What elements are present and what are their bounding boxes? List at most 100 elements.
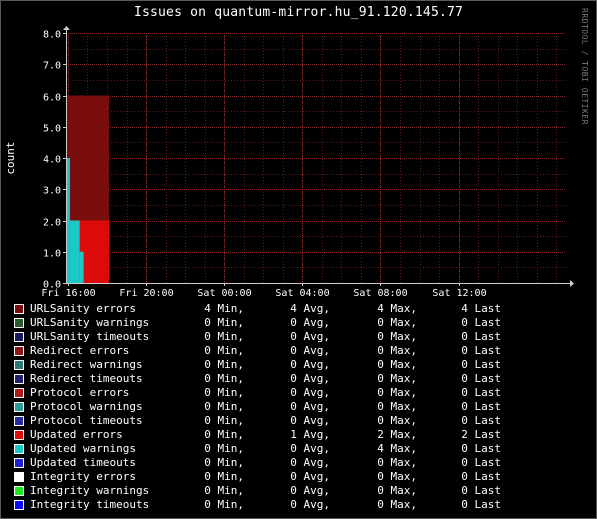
legend-min-value: 0 Min, bbox=[204, 316, 244, 329]
legend-swatch bbox=[14, 360, 24, 370]
legend-min-value: 0 Min, bbox=[204, 344, 244, 357]
legend-last-value: 0 Last bbox=[461, 316, 501, 329]
plot-area: 0.01.02.03.04.05.06.07.08.0Fri 16:00 Fri … bbox=[4, 26, 574, 299]
x-tick-label: Sat 00:00 bbox=[197, 288, 251, 299]
legend-last-value: 0 Last bbox=[461, 400, 501, 413]
y-tick-label: 4.0 bbox=[43, 155, 61, 166]
legend-swatch bbox=[14, 332, 24, 342]
y-tick-label: 2.0 bbox=[43, 218, 61, 229]
legend-swatch bbox=[14, 472, 24, 482]
legend-max-value: 4 Max, bbox=[377, 302, 417, 315]
legend-min-value: 0 Min, bbox=[204, 386, 244, 399]
x-tick-label: Sat 04:00 bbox=[275, 288, 329, 299]
legend-min-value: 0 Min, bbox=[204, 358, 244, 371]
legend-swatch bbox=[14, 388, 24, 398]
y-tick-label: 5.0 bbox=[43, 124, 61, 135]
legend-avg-value: 0 Avg, bbox=[290, 372, 330, 385]
legend-last-value: 0 Last bbox=[461, 344, 501, 357]
legend-min-value: 0 Min, bbox=[204, 414, 244, 427]
x-tick-label: Fri 20:00 bbox=[119, 288, 173, 299]
y-axis-arrow bbox=[63, 26, 70, 30]
legend-series-name: Integrity errors bbox=[30, 470, 136, 483]
legend-avg-value: 0 Avg, bbox=[290, 498, 330, 511]
legend-avg-value: 0 Avg, bbox=[290, 456, 330, 469]
legend-max-value: 0 Max, bbox=[377, 372, 417, 385]
legend-last-value: 0 Last bbox=[461, 470, 501, 483]
chart-window: Issues on quantum-mirror.hu_91.120.145.7… bbox=[0, 0, 597, 519]
legend-last-value: 0 Last bbox=[461, 498, 501, 511]
legend-last-value: 0 Last bbox=[461, 372, 501, 385]
legend-max-value: 0 Max, bbox=[377, 316, 417, 329]
legend-min-value: 0 Min, bbox=[204, 428, 244, 441]
legend-swatch bbox=[14, 374, 24, 384]
legend-max-value: 2 Max, bbox=[377, 428, 417, 441]
legend-series-name: URLSanity timeouts bbox=[30, 330, 150, 343]
legend-max-value: 0 Max, bbox=[377, 484, 417, 497]
legend-avg-value: 0 Avg, bbox=[290, 344, 330, 357]
legend-series-name: Integrity timeouts bbox=[30, 498, 150, 511]
legend-avg-value: 0 Avg, bbox=[290, 316, 330, 329]
y-tick-label: 7.0 bbox=[43, 61, 61, 72]
legend-last-value: 0 Last bbox=[461, 442, 501, 455]
legend-last-value: 0 Last bbox=[461, 456, 501, 469]
legend-avg-value: 0 Avg, bbox=[290, 442, 330, 455]
legend-max-value: 0 Max, bbox=[377, 358, 417, 371]
legend-swatch bbox=[14, 402, 24, 412]
legend-max-value: 0 Max, bbox=[377, 414, 417, 427]
legend-avg-value: 0 Avg, bbox=[290, 414, 330, 427]
legend-series-name: Redirect timeouts bbox=[30, 372, 143, 385]
x-axis-arrow bbox=[570, 280, 574, 287]
series-area-updated-warnings bbox=[69, 220, 80, 283]
legend-min-value: 0 Min, bbox=[204, 498, 244, 511]
x-tick-label: Sat 08:00 bbox=[353, 288, 407, 299]
legend-max-value: 0 Max, bbox=[377, 498, 417, 511]
x-tick-label: Fri 16:00 bbox=[41, 288, 95, 299]
legend-series-name: Protocol timeouts bbox=[30, 414, 143, 427]
legend-max-value: 0 Max, bbox=[377, 330, 417, 343]
legend-min-value: 0 Min, bbox=[204, 330, 244, 343]
legend-swatch bbox=[14, 458, 24, 468]
legend-last-value: 4 Last bbox=[461, 302, 501, 315]
legend-min-value: 0 Min, bbox=[204, 442, 244, 455]
legend-series-name: Protocol warnings bbox=[30, 400, 143, 413]
legend-series-name: Redirect warnings bbox=[30, 358, 143, 371]
legend-last-value: 0 Last bbox=[461, 358, 501, 371]
legend-avg-value: 0 Avg, bbox=[290, 358, 330, 371]
legend-min-value: 0 Min, bbox=[204, 456, 244, 469]
legend-last-value: 0 Last bbox=[461, 414, 501, 427]
legend-min-value: 0 Min, bbox=[204, 400, 244, 413]
legend-max-value: 0 Max, bbox=[377, 344, 417, 357]
legend-min-value: 4 Min, bbox=[204, 302, 244, 315]
legend-avg-value: 0 Avg, bbox=[290, 330, 330, 343]
legend-swatch bbox=[14, 500, 24, 510]
legend-series-name: Integrity warnings bbox=[30, 484, 150, 497]
legend-max-value: 0 Max, bbox=[377, 470, 417, 483]
legend-min-value: 0 Min, bbox=[204, 484, 244, 497]
legend-avg-value: 0 Avg, bbox=[290, 484, 330, 497]
legend-last-value: 0 Last bbox=[461, 386, 501, 399]
legend-max-value: 0 Max, bbox=[377, 456, 417, 469]
legend-avg-value: 1 Avg, bbox=[290, 428, 330, 441]
legend-avg-value: 0 Avg, bbox=[290, 400, 330, 413]
y-tick-label: 6.0 bbox=[43, 93, 61, 104]
legend-last-value: 2 Last bbox=[461, 428, 501, 441]
legend-series-name: URLSanity warnings bbox=[30, 316, 150, 329]
y-tick-label: 8.0 bbox=[43, 30, 61, 41]
legend-avg-value: 0 Avg, bbox=[290, 386, 330, 399]
legend-swatch bbox=[14, 346, 24, 356]
legend-swatch bbox=[14, 486, 24, 496]
legend-swatch bbox=[14, 430, 24, 440]
legend-min-value: 0 Min, bbox=[204, 372, 244, 385]
legend-max-value: 0 Max, bbox=[377, 386, 417, 399]
legend-series-name: Protocol errors bbox=[30, 386, 130, 399]
legend-last-value: 0 Last bbox=[461, 484, 501, 497]
legend-max-value: 4 Max, bbox=[377, 442, 417, 455]
legend-avg-value: 0 Avg, bbox=[290, 470, 330, 483]
legend-series-name: Redirect errors bbox=[30, 344, 130, 357]
y-tick-label: 3.0 bbox=[43, 186, 61, 197]
legend-max-value: 0 Max, bbox=[377, 400, 417, 413]
y-axis-label: count bbox=[4, 141, 17, 174]
legend-series-name: URLSanity errors bbox=[30, 302, 136, 315]
legend-series-name: Updated errors bbox=[30, 428, 123, 441]
series-group bbox=[66, 95, 109, 283]
